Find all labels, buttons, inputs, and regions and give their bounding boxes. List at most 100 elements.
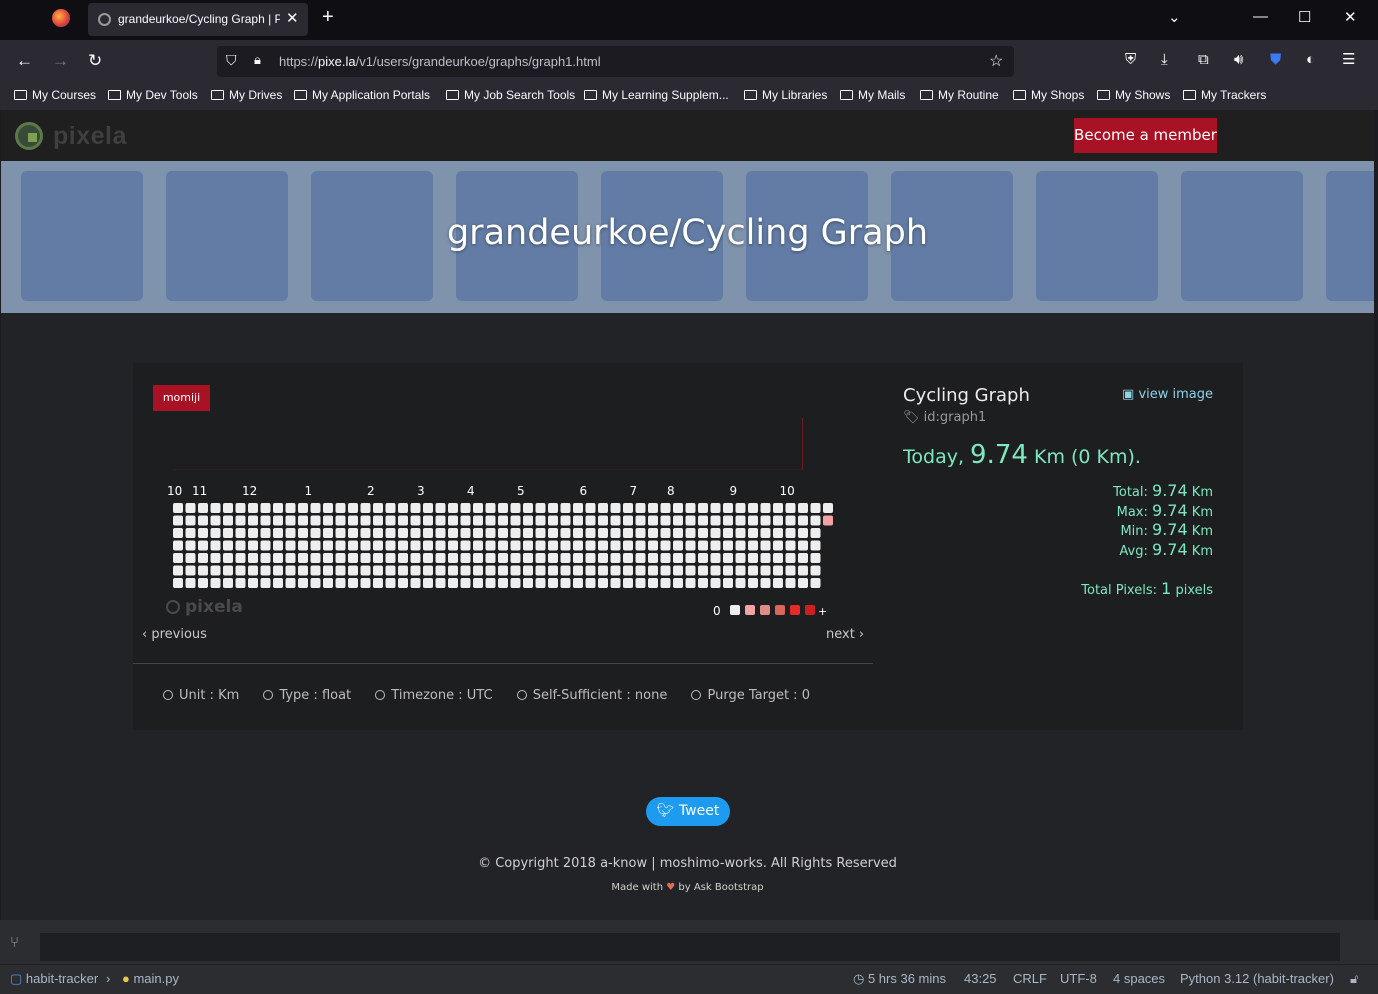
pixel-cell[interactable] <box>823 515 833 526</box>
pixel-cell[interactable] <box>310 528 321 538</box>
pixel-cell[interactable] <box>248 553 258 563</box>
bookmark-folder[interactable]: My Shops <box>1013 88 1084 102</box>
pixel-cell[interactable] <box>810 578 821 588</box>
pixel-cell[interactable] <box>510 578 521 588</box>
pixel-cell[interactable] <box>623 565 633 576</box>
pixel-cell[interactable] <box>723 528 733 538</box>
pixel-cell[interactable] <box>660 540 671 551</box>
pixel-cell[interactable] <box>548 565 558 576</box>
pixel-cell[interactable] <box>185 503 196 513</box>
pixel-cell[interactable] <box>623 578 633 588</box>
pixel-cell[interactable] <box>473 553 483 563</box>
pixel-cell[interactable] <box>685 503 696 513</box>
pixel-cell[interactable] <box>798 540 808 551</box>
pixel-cell[interactable] <box>735 540 746 551</box>
pixel-cell[interactable] <box>498 553 508 563</box>
download-icon[interactable]: ⤓ <box>1161 51 1168 68</box>
pixel-cell[interactable] <box>198 515 208 526</box>
pixel-cell[interactable] <box>310 540 321 551</box>
pixel-cell[interactable] <box>398 528 408 538</box>
pixel-cell[interactable] <box>410 578 421 588</box>
pixel-cell[interactable] <box>748 553 758 563</box>
pixel-cell[interactable] <box>285 503 296 513</box>
tab-list-chevron-icon[interactable]: ⌄ <box>1168 8 1181 26</box>
git-branch-icon[interactable]: ⑂ <box>10 934 19 951</box>
browser-tab[interactable]: grandeurkoe/Cycling Graph | Pi ✕ <box>88 3 308 36</box>
pixel-cell[interactable] <box>310 503 321 513</box>
pixel-cell[interactable] <box>598 553 608 563</box>
pixel-cell[interactable] <box>298 515 308 526</box>
pixel-cell[interactable] <box>585 528 596 538</box>
pixel-cell[interactable] <box>198 553 208 563</box>
pixel-cell[interactable] <box>173 540 183 551</box>
pixel-cell[interactable] <box>610 515 621 526</box>
pixel-cell[interactable] <box>810 553 821 563</box>
pixel-cell[interactable] <box>298 553 308 563</box>
pixel-cell[interactable] <box>410 540 421 551</box>
pixel-cell[interactable] <box>510 540 521 551</box>
pixel-cell[interactable] <box>435 528 446 538</box>
pixel-cell[interactable] <box>510 528 521 538</box>
pixel-cell[interactable] <box>585 553 596 563</box>
bookmark-star-icon[interactable]: ☆ <box>989 51 1003 71</box>
pixel-cell[interactable] <box>448 540 458 551</box>
pixel-cell[interactable] <box>373 565 383 576</box>
pixel-cell[interactable] <box>623 540 633 551</box>
pixel-cell[interactable] <box>610 578 621 588</box>
pixel-cell[interactable] <box>648 515 658 526</box>
window-close-icon[interactable]: ✕ <box>1344 8 1357 26</box>
pixel-cell[interactable] <box>535 503 546 513</box>
pixel-cell[interactable] <box>698 565 708 576</box>
pixel-cell[interactable] <box>360 515 371 526</box>
pixel-cell[interactable] <box>198 540 208 551</box>
tab-close-icon[interactable]: ✕ <box>286 9 299 27</box>
pixel-cell[interactable] <box>673 503 683 513</box>
pixel-cell[interactable] <box>373 578 383 588</box>
pixel-cell[interactable] <box>573 515 583 526</box>
pixel-cell[interactable] <box>173 515 183 526</box>
pixel-cell[interactable] <box>248 503 258 513</box>
pixel-cell[interactable] <box>298 565 308 576</box>
minimize-icon[interactable]: — <box>1253 8 1268 25</box>
pixel-cell[interactable] <box>485 515 496 526</box>
pixel-cell[interactable] <box>335 565 346 576</box>
pixel-cell[interactable] <box>798 515 808 526</box>
pixel-cell[interactable] <box>623 553 633 563</box>
pixel-cell[interactable] <box>373 503 383 513</box>
pixel-cell[interactable] <box>398 565 408 576</box>
pixel-cell[interactable] <box>273 578 283 588</box>
pixel-cell[interactable] <box>348 528 358 538</box>
pixel-cell[interactable] <box>785 528 796 538</box>
pixel-cell[interactable] <box>498 565 508 576</box>
pixel-cell[interactable] <box>385 565 396 576</box>
pixel-cell[interactable] <box>598 528 608 538</box>
pixel-cell[interactable] <box>298 503 308 513</box>
pixel-cell[interactable] <box>398 503 408 513</box>
pixel-cell[interactable] <box>573 503 583 513</box>
bookmark-folder[interactable]: My Dev Tools <box>108 88 198 102</box>
pixel-cell[interactable] <box>598 565 608 576</box>
menu-icon[interactable]: ☰ <box>1342 50 1355 68</box>
pixel-cell[interactable] <box>785 578 796 588</box>
pixel-cell[interactable] <box>260 503 271 513</box>
pixel-cell[interactable] <box>360 540 371 551</box>
pixel-cell[interactable] <box>485 540 496 551</box>
pixel-cell[interactable] <box>698 528 708 538</box>
pixel-cell[interactable] <box>173 503 183 513</box>
pixel-cell[interactable] <box>498 540 508 551</box>
file-breadcrumb[interactable]: ● main.py <box>122 971 179 986</box>
pixel-cell[interactable] <box>585 540 596 551</box>
pixel-cell[interactable] <box>173 565 183 576</box>
pixel-cell[interactable] <box>760 528 771 538</box>
pixel-cell[interactable] <box>260 515 271 526</box>
firefox-icon[interactable] <box>52 9 70 27</box>
pixel-cell[interactable] <box>360 565 371 576</box>
bookmark-folder[interactable]: My Shows <box>1097 88 1170 102</box>
pixel-cell[interactable] <box>535 515 546 526</box>
forward-icon[interactable]: → <box>52 51 69 71</box>
pixel-cell[interactable] <box>798 553 808 563</box>
pixel-cell[interactable] <box>760 578 771 588</box>
pixel-cell[interactable] <box>660 515 671 526</box>
pixel-cell[interactable] <box>710 540 721 551</box>
pixel-cell[interactable] <box>560 565 571 576</box>
